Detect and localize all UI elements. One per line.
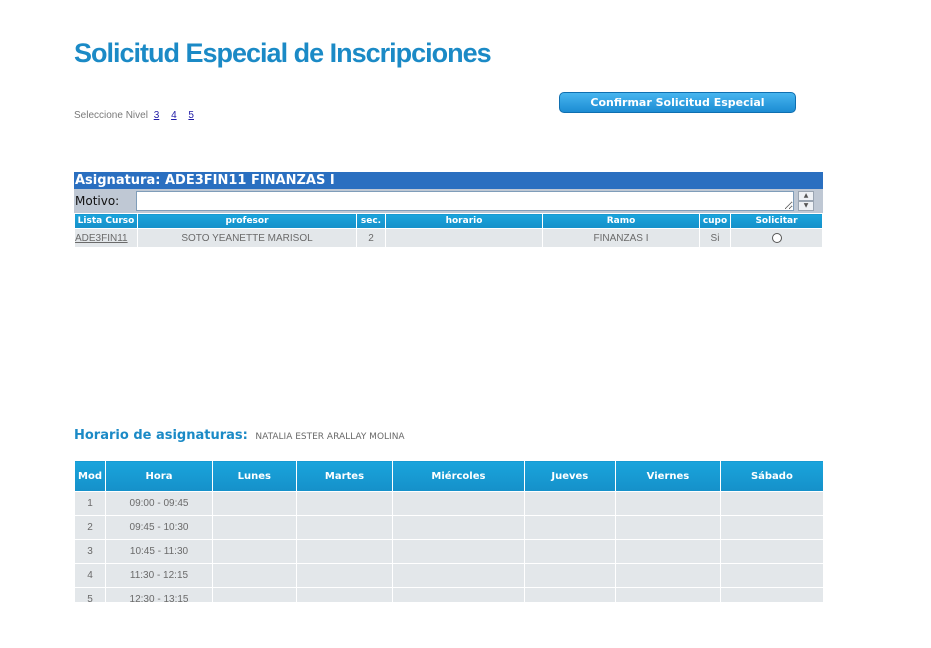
day-cell bbox=[212, 539, 297, 564]
solicitar-radio[interactable] bbox=[771, 232, 782, 243]
schedule-heading: Horario de asignaturas: bbox=[74, 428, 248, 443]
motivo-row: Motivo: ▲ ▼ bbox=[74, 189, 823, 213]
table-row: 5 12:30 - 13:15 bbox=[74, 587, 824, 602]
schedule-cell bbox=[385, 228, 543, 248]
hora-cell: 12:30 - 13:15 bbox=[105, 587, 213, 602]
subject-table: Lista Curso profesor sec. horario Ramo c… bbox=[74, 213, 823, 248]
day-cell bbox=[392, 539, 525, 564]
level-link-5[interactable]: 5 bbox=[188, 110, 194, 121]
ramo-cell: FINANZAS I bbox=[542, 228, 700, 248]
mod-cell: 4 bbox=[74, 563, 106, 588]
schedule-title: Horario de asignaturas: NATALIA ESTER AR… bbox=[74, 428, 405, 443]
day-cell bbox=[719, 563, 824, 588]
col-hora: Hora bbox=[105, 460, 213, 492]
day-cell bbox=[295, 563, 394, 588]
section-cell: 2 bbox=[356, 228, 386, 248]
hora-cell: 09:45 - 10:30 bbox=[105, 515, 213, 540]
hora-cell: 09:00 - 09:45 bbox=[105, 491, 213, 516]
solicitar-cell bbox=[730, 228, 823, 248]
col-martes: Martes bbox=[295, 460, 394, 492]
col-cupo: cupo bbox=[699, 213, 731, 229]
day-cell bbox=[212, 515, 297, 540]
level-link-4[interactable]: 4 bbox=[171, 110, 177, 121]
day-cell bbox=[392, 515, 525, 540]
table-row: ADE3FIN11 SOTO YEANETTE MARISOL 2 FINANZ… bbox=[74, 228, 823, 248]
day-cell bbox=[392, 587, 525, 602]
day-cell bbox=[615, 539, 721, 564]
col-sabado: Sábado bbox=[719, 460, 824, 492]
table-row: 4 11:30 - 12:15 bbox=[74, 563, 824, 588]
hora-cell: 10:45 - 11:30 bbox=[105, 539, 213, 564]
day-cell bbox=[523, 491, 617, 516]
professor-cell: SOTO YEANETTE MARISOL bbox=[137, 228, 357, 248]
day-cell bbox=[212, 587, 297, 602]
col-jueves: Jueves bbox=[523, 460, 617, 492]
table-row: 2 09:45 - 10:30 bbox=[74, 515, 824, 540]
mod-cell: 3 bbox=[74, 539, 106, 564]
level-label: Seleccione Nivel bbox=[74, 110, 148, 121]
course-link[interactable]: ADE3FIN11 bbox=[74, 228, 138, 248]
day-cell bbox=[523, 587, 617, 602]
day-cell bbox=[615, 563, 721, 588]
day-cell bbox=[295, 515, 394, 540]
day-cell bbox=[295, 539, 394, 564]
schedule-table: Mod Hora Lunes Martes Miércoles Jueves V… bbox=[74, 460, 824, 602]
student-name: NATALIA ESTER ARALLAY MOLINA bbox=[255, 432, 405, 442]
day-cell bbox=[392, 491, 525, 516]
table-row: 3 10:45 - 11:30 bbox=[74, 539, 824, 564]
mod-cell: 1 bbox=[74, 491, 106, 516]
day-cell bbox=[719, 515, 824, 540]
day-cell bbox=[523, 563, 617, 588]
confirm-request-button[interactable]: Confirmar Solicitud Especial bbox=[559, 92, 796, 113]
col-sec: sec. bbox=[356, 213, 386, 229]
col-lunes: Lunes bbox=[212, 460, 297, 492]
col-solicitar: Solicitar bbox=[730, 213, 823, 229]
level-link-3[interactable]: 3 bbox=[154, 110, 160, 121]
day-cell bbox=[295, 587, 394, 602]
motivo-scrollbar[interactable]: ▲ ▼ bbox=[798, 191, 814, 211]
subject-header: Asignatura: ADE3FIN11 FINANZAS I bbox=[74, 172, 823, 189]
motivo-label: Motivo: bbox=[75, 194, 120, 208]
day-cell bbox=[392, 563, 525, 588]
table-row: 1 09:00 - 09:45 bbox=[74, 491, 824, 516]
day-cell bbox=[615, 515, 721, 540]
day-cell bbox=[615, 587, 721, 602]
schedule-table-header: Mod Hora Lunes Martes Miércoles Jueves V… bbox=[74, 460, 824, 492]
level-selector: Seleccione Nivel 3 4 5 bbox=[74, 110, 200, 121]
day-cell bbox=[523, 539, 617, 564]
col-profesor: profesor bbox=[137, 213, 357, 229]
day-cell bbox=[719, 587, 824, 602]
day-cell bbox=[719, 491, 824, 516]
subject-table-header: Lista Curso profesor sec. horario Ramo c… bbox=[74, 213, 823, 229]
scroll-up-icon[interactable]: ▲ bbox=[798, 191, 814, 201]
day-cell bbox=[212, 491, 297, 516]
day-cell bbox=[719, 539, 824, 564]
col-horario: horario bbox=[385, 213, 543, 229]
day-cell bbox=[615, 491, 721, 516]
cupo-cell: Si bbox=[699, 228, 731, 248]
subject-panel: Asignatura: ADE3FIN11 FINANZAS I Motivo:… bbox=[74, 172, 823, 248]
schedule-panel[interactable]: Mod Hora Lunes Martes Miércoles Jueves V… bbox=[74, 460, 824, 602]
mod-cell: 5 bbox=[74, 587, 106, 602]
col-viernes: Viernes bbox=[615, 460, 721, 492]
page-title: Solicitud Especial de Inscripciones bbox=[74, 38, 492, 68]
day-cell bbox=[212, 563, 297, 588]
scroll-down-icon[interactable]: ▼ bbox=[798, 201, 814, 211]
col-mod: Mod bbox=[74, 460, 106, 492]
day-cell bbox=[295, 491, 394, 516]
mod-cell: 2 bbox=[74, 515, 106, 540]
col-ramo: Ramo bbox=[542, 213, 700, 229]
col-lista-curso: Lista Curso bbox=[74, 213, 138, 229]
col-miercoles: Miércoles bbox=[392, 460, 525, 492]
day-cell bbox=[523, 515, 617, 540]
motivo-textarea[interactable] bbox=[136, 191, 794, 211]
hora-cell: 11:30 - 12:15 bbox=[105, 563, 213, 588]
